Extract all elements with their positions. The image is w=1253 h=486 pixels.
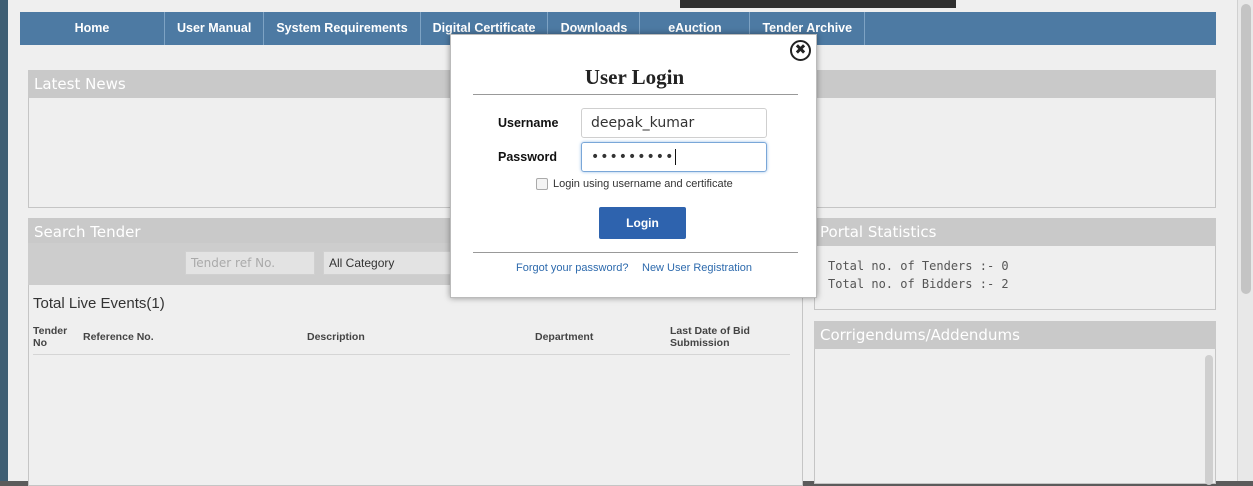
corrigendums-header: Corrigendums/Addendums bbox=[814, 321, 1216, 349]
col-description: Description bbox=[307, 331, 365, 343]
category-select[interactable]: All Category bbox=[323, 251, 453, 275]
window-edge bbox=[0, 0, 8, 481]
password-mask: ••••••••• bbox=[591, 149, 675, 165]
password-field[interactable]: ••••••••• bbox=[581, 142, 767, 172]
modal-divider-bottom bbox=[473, 252, 798, 253]
tender-ref-input[interactable]: Tender ref No. bbox=[185, 251, 315, 275]
login-modal: ✖ User Login Username deepak_kumar Passw… bbox=[450, 34, 817, 298]
text-caret bbox=[675, 149, 677, 165]
col-last-date: Last Date of Bid Submission bbox=[670, 325, 750, 349]
nav-user-manual[interactable]: User Manual bbox=[165, 12, 265, 45]
page-scrollbar[interactable] bbox=[1237, 0, 1253, 481]
portal-statistics-header: Portal Statistics bbox=[814, 218, 1216, 246]
certificate-login-label[interactable]: Login using username and certificate bbox=[553, 178, 733, 190]
live-events-title: Total Live Events(1) bbox=[33, 295, 165, 312]
stat-tenders: Total no. of Tenders :- 0 bbox=[828, 259, 1009, 273]
nav-home[interactable]: Home bbox=[20, 12, 165, 45]
stat-bidders: Total no. of Bidders :- 2 bbox=[828, 277, 1009, 291]
col-tender-no: Tender No bbox=[33, 325, 68, 349]
certificate-login-checkbox[interactable] bbox=[536, 178, 548, 190]
modal-divider-top bbox=[473, 94, 798, 95]
nav-system-requirements[interactable]: System Requirements bbox=[264, 12, 421, 45]
close-icon[interactable]: ✖ bbox=[790, 40, 811, 61]
username-field[interactable]: deepak_kumar bbox=[581, 108, 767, 138]
corrigendums-body bbox=[814, 349, 1216, 484]
username-label: Username bbox=[498, 116, 559, 130]
login-button[interactable]: Login bbox=[599, 207, 686, 239]
page-scroll-thumb[interactable] bbox=[1241, 4, 1251, 294]
top-banner-strip bbox=[680, 0, 956, 8]
table-header-divider bbox=[33, 354, 790, 355]
corrigendums-scrollbar[interactable] bbox=[1205, 355, 1213, 485]
modal-title: User Login bbox=[584, 65, 685, 89]
forgot-password-link[interactable]: Forgot your password? bbox=[516, 262, 629, 274]
col-department: Department bbox=[535, 331, 594, 343]
password-label: Password bbox=[498, 150, 558, 164]
new-user-registration-link[interactable]: New User Registration bbox=[642, 262, 752, 274]
col-reference-no: Reference No. bbox=[83, 331, 154, 343]
